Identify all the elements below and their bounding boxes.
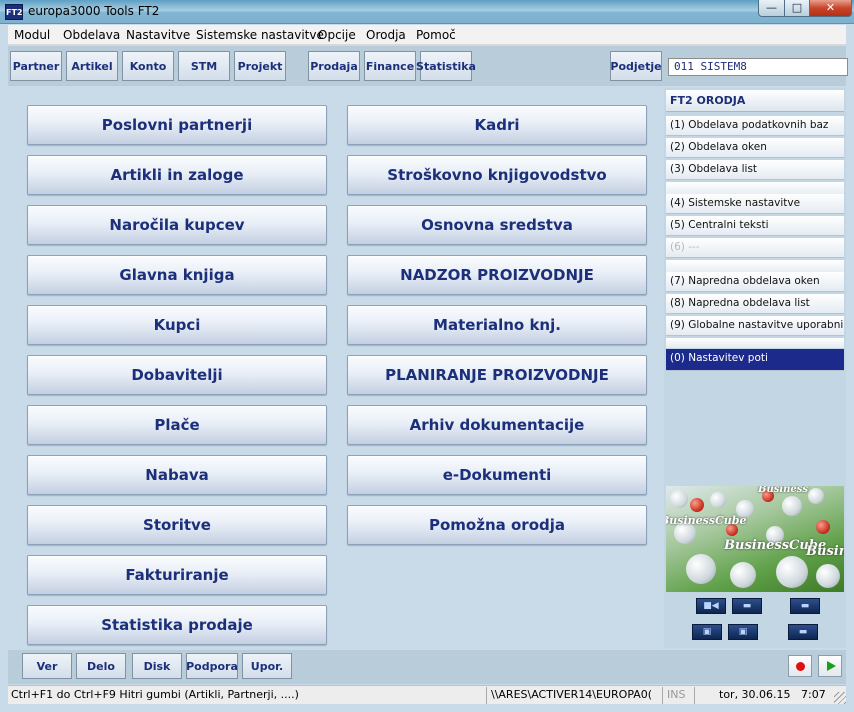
menu-orodja[interactable]: Orodja bbox=[366, 28, 406, 42]
title-bar: FT2 europa3000 Tools FT2 — □ ✕ bbox=[0, 0, 854, 24]
module-artikli-in-zaloge[interactable]: Artikli in zaloge bbox=[27, 155, 327, 195]
bottom-bar: Ver Delo Disk Podpora Upor. bbox=[8, 650, 846, 684]
nav-prev-icon[interactable]: ▬ bbox=[732, 598, 762, 614]
module-glavna-knjiga[interactable]: Glavna knjiga bbox=[27, 255, 327, 295]
module-arhiv-dokumentacije[interactable]: Arhiv dokumentacije bbox=[347, 405, 647, 445]
tool-item-0[interactable]: (0) Nastavitev poti bbox=[666, 349, 844, 371]
module-dobavitelji[interactable]: Dobavitelji bbox=[27, 355, 327, 395]
record-button[interactable] bbox=[788, 655, 812, 677]
module-pomozna-orodja[interactable]: Pomožna orodja bbox=[347, 505, 647, 545]
ver-button[interactable]: Ver bbox=[22, 653, 72, 679]
maximize-button[interactable]: □ bbox=[784, 0, 810, 17]
upor-button[interactable]: Upor. bbox=[242, 653, 292, 679]
artikel-button[interactable]: Artikel bbox=[66, 51, 118, 81]
stm-button[interactable]: STM bbox=[178, 51, 230, 81]
module-place[interactable]: Plače bbox=[27, 405, 327, 445]
banner-text: Business bbox=[806, 544, 844, 559]
status-hint: Ctrl+F1 do Ctrl+F9 Hitri gumbi (Artikli,… bbox=[11, 688, 299, 701]
finance-button[interactable]: Finance bbox=[364, 51, 416, 81]
module-osnovna-sredstva[interactable]: Osnovna sredstva bbox=[347, 205, 647, 245]
nav-first-icon[interactable]: ■◀ bbox=[696, 598, 726, 614]
play-icon bbox=[827, 661, 836, 671]
nav-window-icon[interactable]: ▣ bbox=[728, 624, 758, 640]
projekt-button[interactable]: Projekt bbox=[234, 51, 286, 81]
nav-up-icon[interactable]: ▣ bbox=[692, 624, 722, 640]
module-kupci[interactable]: Kupci bbox=[27, 305, 327, 345]
tool-item-5[interactable]: (5) Centralni teksti bbox=[666, 216, 844, 236]
record-icon bbox=[796, 662, 805, 671]
podpora-button[interactable]: Podpora bbox=[186, 653, 238, 679]
disk-button[interactable]: Disk bbox=[132, 653, 182, 679]
nav-last-icon[interactable]: ▬ bbox=[788, 624, 818, 640]
close-button[interactable]: ✕ bbox=[809, 0, 852, 17]
status-path: \\ARES\ACTIVER14\EUROPA0( bbox=[491, 688, 653, 701]
company-field[interactable]: 011 SISTEM8 bbox=[668, 58, 848, 76]
module-materialno-knj[interactable]: Materialno knj. bbox=[347, 305, 647, 345]
app-icon: FT2 bbox=[5, 4, 23, 20]
menu-modul[interactable]: Modul bbox=[14, 28, 50, 42]
menu-pomoc[interactable]: Pomoč bbox=[416, 28, 456, 42]
tool-item-3[interactable]: (3) Obdelava list bbox=[666, 160, 844, 180]
nav-next-icon[interactable]: ▬ bbox=[790, 598, 820, 614]
status-ins: INS bbox=[667, 688, 686, 701]
module-fakturiranje[interactable]: Fakturiranje bbox=[27, 555, 327, 595]
menu-sistemske-nastavitve[interactable]: Sistemske nastavitve bbox=[196, 28, 324, 42]
tool-item-2[interactable]: (2) Obdelava oken bbox=[666, 138, 844, 158]
menu-obdelava[interactable]: Obdelava bbox=[63, 28, 120, 42]
module-poslovni-partnerji[interactable]: Poslovni partnerji bbox=[27, 105, 327, 145]
tool-item-1[interactable]: (1) Obdelava podatkovnih baz bbox=[666, 116, 844, 136]
menu-bar: Modul Obdelava Nastavitve Sistemske nast… bbox=[8, 25, 846, 45]
status-date: tor, 30.06.15 bbox=[719, 688, 791, 701]
businesscube-banner: Business BusinessCube BusinessCube Busin… bbox=[666, 486, 844, 592]
resize-grip[interactable] bbox=[834, 692, 846, 704]
partner-button[interactable]: Partner bbox=[10, 51, 62, 81]
tool-spacer bbox=[666, 338, 844, 348]
play-button[interactable] bbox=[818, 655, 842, 677]
podjetje-button[interactable]: Podjetje bbox=[610, 51, 662, 81]
tool-item-9[interactable]: (9) Globalne nastavitve uporabnika bbox=[666, 316, 844, 336]
menu-nastavitve[interactable]: Nastavitve bbox=[126, 28, 190, 42]
statistika-button[interactable]: Statistika bbox=[416, 51, 476, 81]
module-stroskovno-knjigovodstvo[interactable]: Stroškovno knjigovodstvo bbox=[347, 155, 647, 195]
tool-item-8[interactable]: (8) Napredna obdelava list bbox=[666, 294, 844, 314]
tool-item-4[interactable]: (4) Sistemske nastavitve bbox=[666, 194, 844, 214]
minimize-button[interactable]: — bbox=[758, 0, 785, 17]
module-planiranje-proizvodnje[interactable]: PLANIRANJE PROIZVODNJE bbox=[347, 355, 647, 395]
module-narocila-kupcev[interactable]: Naročila kupcev bbox=[27, 205, 327, 245]
banner-text: Business bbox=[758, 486, 809, 495]
module-storitve[interactable]: Storitve bbox=[27, 505, 327, 545]
status-time: 7:07 bbox=[801, 688, 826, 701]
banner-text: BusinessCube bbox=[666, 514, 747, 527]
module-e-dokumenti[interactable]: e-Dokumenti bbox=[347, 455, 647, 495]
window-title: europa3000 Tools FT2 bbox=[28, 4, 160, 18]
konto-button[interactable]: Konto bbox=[122, 51, 174, 81]
tool-item-7[interactable]: (7) Napredna obdelava oken bbox=[666, 272, 844, 292]
module-statistika-prodaje[interactable]: Statistika prodaje bbox=[27, 605, 327, 645]
tools-panel: FT2 ORODJA (1) Obdelava podatkovnih baz … bbox=[664, 88, 846, 648]
tools-panel-title: FT2 ORODJA bbox=[666, 90, 844, 112]
module-nabava[interactable]: Nabava bbox=[27, 455, 327, 495]
menu-opcije[interactable]: Opcije bbox=[318, 28, 356, 42]
module-nadzor-proizvodnje[interactable]: NADZOR PROIZVODNJE bbox=[347, 255, 647, 295]
module-kadri[interactable]: Kadri bbox=[347, 105, 647, 145]
module-grid: Poslovni partnerji Artikli in zaloge Nar… bbox=[8, 88, 660, 648]
tool-item-6: (6) --- bbox=[666, 238, 844, 258]
delo-button[interactable]: Delo bbox=[76, 653, 126, 679]
status-bar: Ctrl+F1 do Ctrl+F9 Hitri gumbi (Artikli,… bbox=[8, 685, 846, 704]
prodaja-button[interactable]: Prodaja bbox=[308, 51, 360, 81]
toolbar: Partner Artikel Konto STM Projekt Prodaj… bbox=[8, 46, 848, 86]
